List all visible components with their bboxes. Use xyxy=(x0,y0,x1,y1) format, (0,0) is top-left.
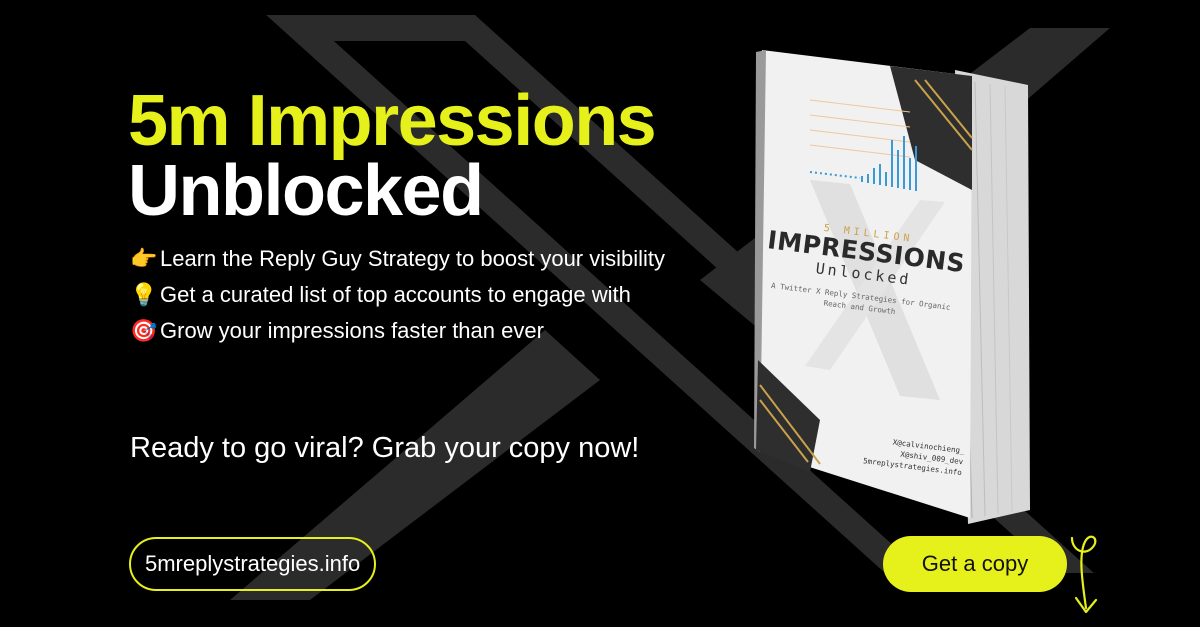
website-link[interactable]: 5mreplystrategies.info xyxy=(129,537,377,591)
benefit-item: 🎯 Grow your impressions faster than ever xyxy=(130,317,710,345)
call-to-action-text: Ready to go viral? Grab your copy now! xyxy=(130,432,640,464)
benefit-list: 👉 Learn the Reply Guy Strategy to boost y… xyxy=(130,245,710,353)
get-a-copy-button[interactable]: Get a copy xyxy=(883,536,1067,592)
pointing-hand-icon: 👉 xyxy=(130,246,158,271)
benefit-text: Get a curated list of top accounts to en… xyxy=(160,282,631,307)
target-icon: 🎯 xyxy=(130,318,158,343)
headline-line-1: 5m Impressions xyxy=(128,81,657,161)
benefit-text: Learn the Reply Guy Strategy to boost yo… xyxy=(160,246,666,271)
arrow-down-icon xyxy=(1070,535,1098,614)
benefit-item: 💡 Get a curated list of top accounts to e… xyxy=(130,281,710,309)
headline-line-2: Unblocked xyxy=(128,151,484,231)
benefit-text: Grow your impressions faster than ever xyxy=(160,318,544,343)
headline: 5m Impressions Unblocked xyxy=(128,81,657,231)
lightbulb-icon: 💡 xyxy=(130,282,158,307)
benefit-item: 👉 Learn the Reply Guy Strategy to boost y… xyxy=(130,245,710,273)
